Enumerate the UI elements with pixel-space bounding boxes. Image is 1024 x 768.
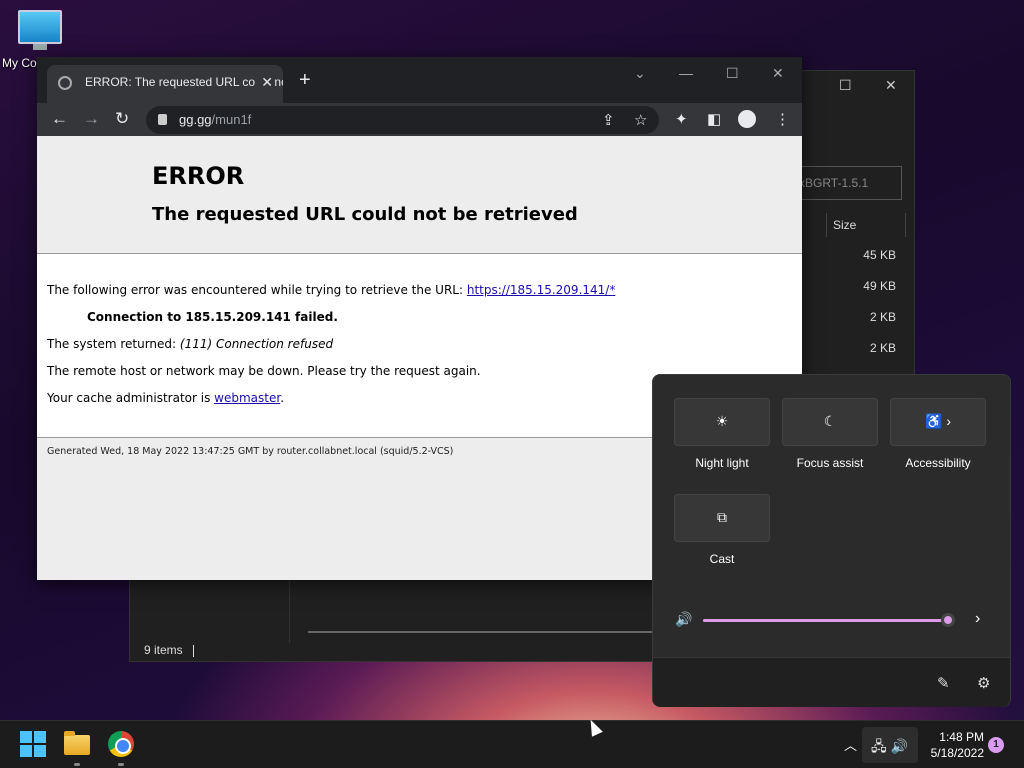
extensions-icon[interactable]: ✦ <box>675 110 688 128</box>
settings-gear-icon[interactable]: ⚙ <box>977 674 990 692</box>
taskbar: ︿ 🖧 🔊 1:48 PM 5/18/2022 1 <box>0 720 1024 768</box>
file-size: 2 KB <box>869 310 896 324</box>
tab-close-button[interactable]: ✕ <box>255 74 273 91</box>
explorer-close-button[interactable]: ✕ <box>885 77 897 94</box>
accessibility-toggle[interactable]: ♿ › <box>890 398 986 446</box>
column-header-size[interactable]: Size <box>826 213 906 237</box>
accessibility-label: Accessibility <box>905 456 971 470</box>
back-button[interactable]: ← <box>51 109 68 129</box>
night-light-toggle[interactable]: ☀ <box>674 398 770 446</box>
explorer-maximize-button[interactable]: ☐ <box>839 77 852 94</box>
accessibility-icon: ♿ › <box>925 413 951 429</box>
moon-icon: ☾ <box>823 413 837 429</box>
quick-settings-panel: ☀ Night light ☾ Focus assist ♿ › Accessi… <box>652 374 1011 707</box>
cast-toggle[interactable]: ⧉ <box>674 494 770 542</box>
navigation-pane[interactable] <box>130 571 290 643</box>
monitor-icon <box>18 10 62 44</box>
volume-slider[interactable] <box>703 619 953 622</box>
focus-assist-toggle[interactable]: ☾ <box>782 398 878 446</box>
file-size: 49 KB <box>863 279 896 293</box>
cast-icon: ⧉ <box>717 509 727 525</box>
close-button[interactable]: ✕ <box>772 65 784 82</box>
browser-titlebar[interactable]: ERROR: The requested URL could not be re… <box>37 57 802 103</box>
item-count: 9 items <box>144 643 183 657</box>
maximize-button[interactable]: ☐ <box>726 65 739 82</box>
night-light-label: Night light <box>695 456 749 470</box>
cast-label: Cast <box>709 552 735 566</box>
error-url-link[interactable]: https://185.15.209.141/* <box>467 283 615 297</box>
taskbar-clock[interactable]: 1:48 PM 5/18/2022 <box>924 729 984 761</box>
new-tab-button[interactable]: + <box>299 69 311 92</box>
connection-failed-text: Connection to 185.15.209.141 failed. <box>87 310 338 324</box>
file-size: 2 KB <box>869 341 896 355</box>
system-tray-network-volume[interactable]: 🖧 🔊 <box>862 727 918 763</box>
forward-button[interactable]: → <box>83 109 100 129</box>
url-host: gg.gg <box>179 112 212 127</box>
edit-icon[interactable]: ✎ <box>937 674 950 692</box>
explorer-search-box[interactable]: kBGRT-1.5.1 <box>790 166 902 200</box>
focus-assist-label: Focus assist <box>796 456 864 470</box>
lock-icon[interactable] <box>158 114 167 125</box>
browser-tab[interactable]: ERROR: The requested URL could not be re… <box>47 65 283 103</box>
clock-time: 1:48 PM <box>939 730 984 744</box>
clock-date: 5/18/2022 <box>930 746 984 760</box>
horizontal-scrollbar[interactable] <box>308 631 668 633</box>
webmaster-link[interactable]: webmaster <box>214 391 280 405</box>
bookmark-star-icon[interactable]: ☆ <box>634 111 647 129</box>
notification-badge[interactable]: 1 <box>988 737 1004 753</box>
page-title: ERROR <box>152 162 245 190</box>
system-returned-line: The system returned: (111) Connection re… <box>47 337 334 351</box>
side-panel-icon[interactable]: ◧ <box>707 110 721 128</box>
url-path: /mun1f <box>211 112 252 127</box>
file-explorer-taskbar-icon[interactable] <box>64 731 90 755</box>
page-subtitle: The requested URL could not be retrieved <box>152 204 578 225</box>
chrome-taskbar-icon[interactable] <box>108 731 134 757</box>
volume-slider-thumb[interactable] <box>941 613 955 627</box>
menu-icon[interactable]: ⋮ <box>775 110 790 128</box>
volume-icon[interactable]: 🔊 <box>675 611 692 628</box>
error-url-line: The following error was encountered whil… <box>47 283 616 297</box>
file-size: 45 KB <box>863 248 896 262</box>
browser-toolbar: ← → ↻ gg.gg/mun1f ⇪ ☆ ✦ ◧ ⋮ <box>37 103 802 136</box>
globe-icon <box>58 76 72 90</box>
minimize-button[interactable]: — <box>679 65 693 81</box>
error-code: (111) Connection refused <box>179 337 334 351</box>
error-header: ERROR The requested URL could not be ret… <box>37 136 802 254</box>
address-bar[interactable]: gg.gg/mun1f ⇪ ☆ <box>146 106 659 134</box>
share-icon[interactable]: ⇪ <box>602 111 615 129</box>
status-bar: 9 items <box>144 643 194 657</box>
start-button[interactable] <box>20 731 46 757</box>
quick-settings-footer: ✎ ⚙ <box>653 657 1010 707</box>
chevron-right-icon[interactable]: › <box>975 610 980 628</box>
reload-button[interactable]: ↻ <box>115 109 129 129</box>
profile-avatar[interactable] <box>738 110 756 128</box>
tab-title: ERROR: The requested URL could not be re… <box>85 75 283 89</box>
tab-search-button[interactable]: ⌄ <box>634 65 646 82</box>
show-hidden-icons-chevron-icon[interactable]: ︿ <box>844 735 857 754</box>
desktop-icon-label: My Computer <box>2 56 38 70</box>
night-light-icon: ☀ <box>715 413 729 429</box>
